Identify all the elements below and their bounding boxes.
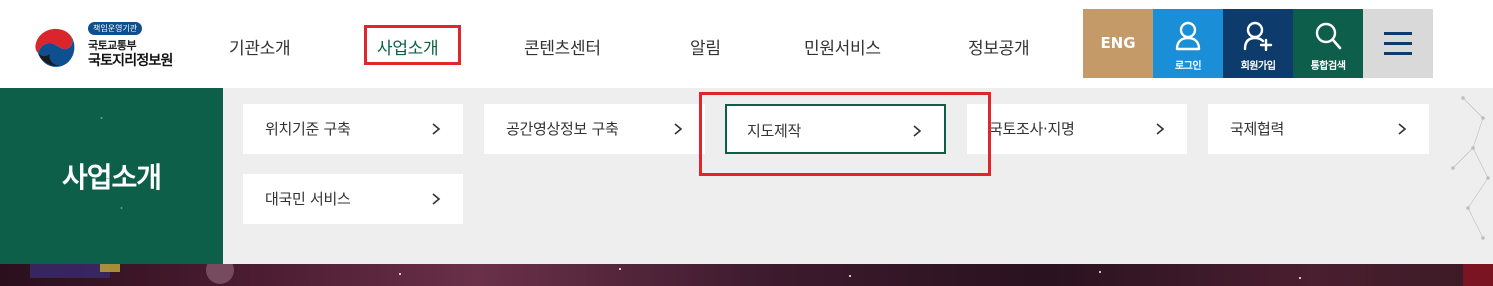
join-label: 회원가입 (1240, 61, 1276, 72)
network-pattern-decoration (1451, 96, 1490, 240)
search-label: 통합검색 (1310, 61, 1346, 72)
submenu-map-making[interactable]: 지도제작 (725, 104, 946, 154)
login-label: 로그인 (1174, 61, 1202, 72)
gnb-item-contents[interactable]: 콘텐츠센터 (524, 34, 601, 59)
user-icon (1175, 21, 1201, 51)
eng-button[interactable]: ENG (1083, 9, 1153, 78)
search-icon (1315, 22, 1342, 50)
submenu-label: 공간영상정보 구축 (506, 120, 619, 138)
login-button[interactable]: 로그인 (1153, 9, 1223, 78)
chevron-right-icon (1398, 123, 1407, 135)
add-user-icon (1243, 21, 1273, 51)
mega-menu-panel: 사업소개 위치기준 구축 공간영상정보 구축 지도제작 국토조사·지명 국제협력… (0, 88, 1493, 264)
join-button[interactable]: 회원가입 (1223, 9, 1293, 78)
submenu-label: 위치기준 구축 (265, 120, 351, 138)
chevron-right-icon (432, 123, 441, 135)
chevron-right-icon (674, 123, 683, 135)
submenu-public-service[interactable]: 대국민 서비스 (243, 174, 463, 224)
gnb-item-civil-service[interactable]: 민원서비스 (804, 34, 881, 59)
site-header: 책임운영기관 국토교통부 국토지리정보원 기관소개 사업소개 콘텐츠센터 알림 … (0, 0, 1493, 88)
chevron-right-icon (1156, 123, 1165, 135)
submenu-spatial-imagery[interactable]: 공간영상정보 구축 (484, 104, 705, 154)
all-menu-button[interactable] (1363, 9, 1433, 78)
chevron-right-icon (432, 193, 441, 205)
submenu-label: 지도제작 (747, 122, 802, 140)
logo-agency-name: 국토지리정보원 (88, 53, 173, 69)
hero-banner-strip (0, 264, 1493, 286)
search-button[interactable]: 통합검색 (1293, 9, 1363, 78)
hamburger-icon (1384, 32, 1412, 55)
submenu-label: 대국민 서비스 (265, 190, 351, 208)
mega-menu-side: 사업소개 (0, 88, 223, 264)
agency-logo[interactable]: 책임운영기관 국토교통부 국토지리정보원 (30, 18, 200, 72)
submenu-label: 국토조사·지명 (989, 120, 1075, 138)
gnb-item-notice[interactable]: 알림 (690, 34, 721, 59)
submenu-international-cooperation[interactable]: 국제협력 (1208, 104, 1429, 154)
gnb-item-disclosure[interactable]: 정보공개 (968, 34, 1030, 59)
submenu-label: 국제협력 (1230, 120, 1285, 138)
taegeuk-emblem-icon (33, 24, 77, 68)
starfield-decoration (30, 264, 1493, 286)
gnb-item-about[interactable]: 기관소개 (229, 34, 291, 59)
submenu-land-survey-naming[interactable]: 국토조사·지명 (967, 104, 1187, 154)
mega-menu-title: 사업소개 (61, 161, 162, 194)
logo-badge: 책임운영기관 (88, 22, 143, 35)
gnb-item-business[interactable]: 사업소개 (377, 34, 439, 59)
submenu-positioning[interactable]: 위치기준 구축 (243, 104, 463, 154)
chevron-right-icon (913, 125, 922, 137)
